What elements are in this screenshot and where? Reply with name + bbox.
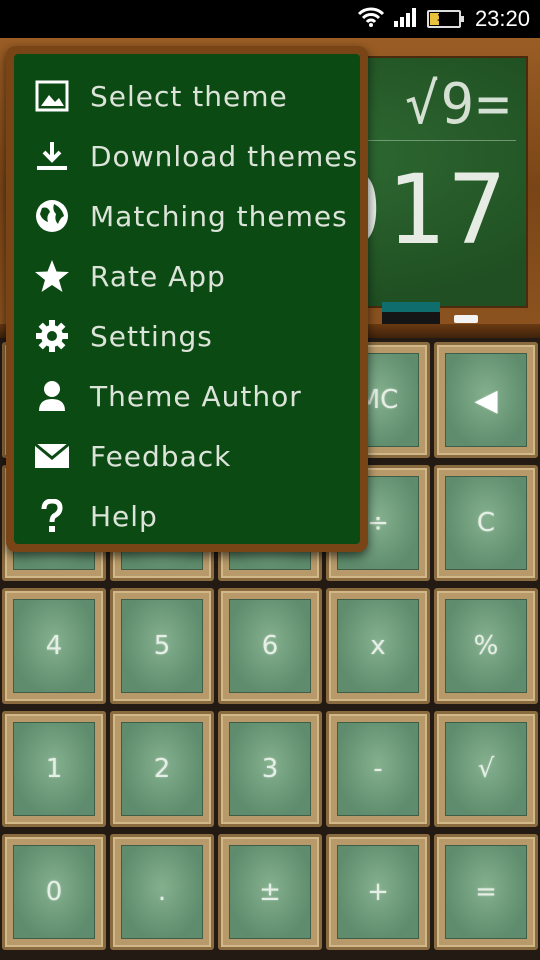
key-minus[interactable]: - [326, 711, 430, 827]
star-icon [34, 258, 70, 294]
person-icon [34, 378, 70, 414]
status-bar: 30 23:20 [0, 0, 540, 38]
battery-icon: 30 [426, 10, 464, 28]
menu-item-download-themes[interactable]: Download themes [14, 126, 360, 186]
menu-item-label: Rate App [90, 259, 226, 293]
envelope-icon [34, 438, 70, 474]
expression-display: √9= [404, 72, 512, 137]
key-0[interactable]: 0 [2, 834, 106, 950]
key-multiply[interactable]: x [326, 588, 430, 704]
eraser [382, 302, 440, 324]
image-icon [34, 78, 70, 114]
key-decimal[interactable]: . [110, 834, 214, 950]
menu-item-matching-themes[interactable]: Matching themes [14, 186, 360, 246]
backspace-icon: ◀ [445, 353, 527, 447]
key-plus[interactable]: + [326, 834, 430, 950]
key-1[interactable]: 1 [2, 711, 106, 827]
menu-item-label: Feedback [90, 439, 232, 473]
menu-item-label: Select theme [90, 79, 288, 113]
wifi-icon [357, 6, 385, 32]
menu-item-rate-app[interactable]: Rate App [14, 246, 360, 306]
menu-item-label: Help [90, 499, 158, 533]
battery-level: 30 [436, 13, 451, 24]
key-3[interactable]: 3 [218, 711, 322, 827]
menu-item-label: Theme Author [90, 379, 302, 413]
clock: 23:20 [474, 6, 530, 31]
key-6[interactable]: 6 [218, 588, 322, 704]
options-menu: Select theme Download themes Matching th… [6, 46, 368, 552]
key-plus-minus[interactable]: ± [218, 834, 322, 950]
menu-item-help[interactable]: Help [14, 486, 360, 546]
key-backspace[interactable]: ◀ [434, 342, 538, 458]
key-clear[interactable]: C [434, 465, 538, 581]
download-icon [34, 138, 70, 174]
key-equals[interactable]: = [434, 834, 538, 950]
help-icon [34, 498, 70, 534]
signal-icon [393, 6, 419, 32]
menu-item-settings[interactable]: Settings [14, 306, 360, 366]
menu-item-select-theme[interactable]: Select theme [14, 66, 360, 126]
key-5[interactable]: 5 [110, 588, 214, 704]
gear-icon [34, 318, 70, 354]
key-2[interactable]: 2 [110, 711, 214, 827]
menu-item-theme-author[interactable]: Theme Author [14, 366, 360, 426]
chalk-piece [454, 315, 478, 323]
menu-item-label: Download themes [90, 139, 359, 173]
menu-item-label: Settings [90, 319, 213, 353]
key-percent[interactable]: % [434, 588, 538, 704]
key-4[interactable]: 4 [2, 588, 106, 704]
globe-icon [34, 198, 70, 234]
menu-item-label: Matching themes [90, 199, 348, 233]
key-sqrt[interactable]: √ [434, 711, 538, 827]
menu-item-feedback[interactable]: Feedback [14, 426, 360, 486]
